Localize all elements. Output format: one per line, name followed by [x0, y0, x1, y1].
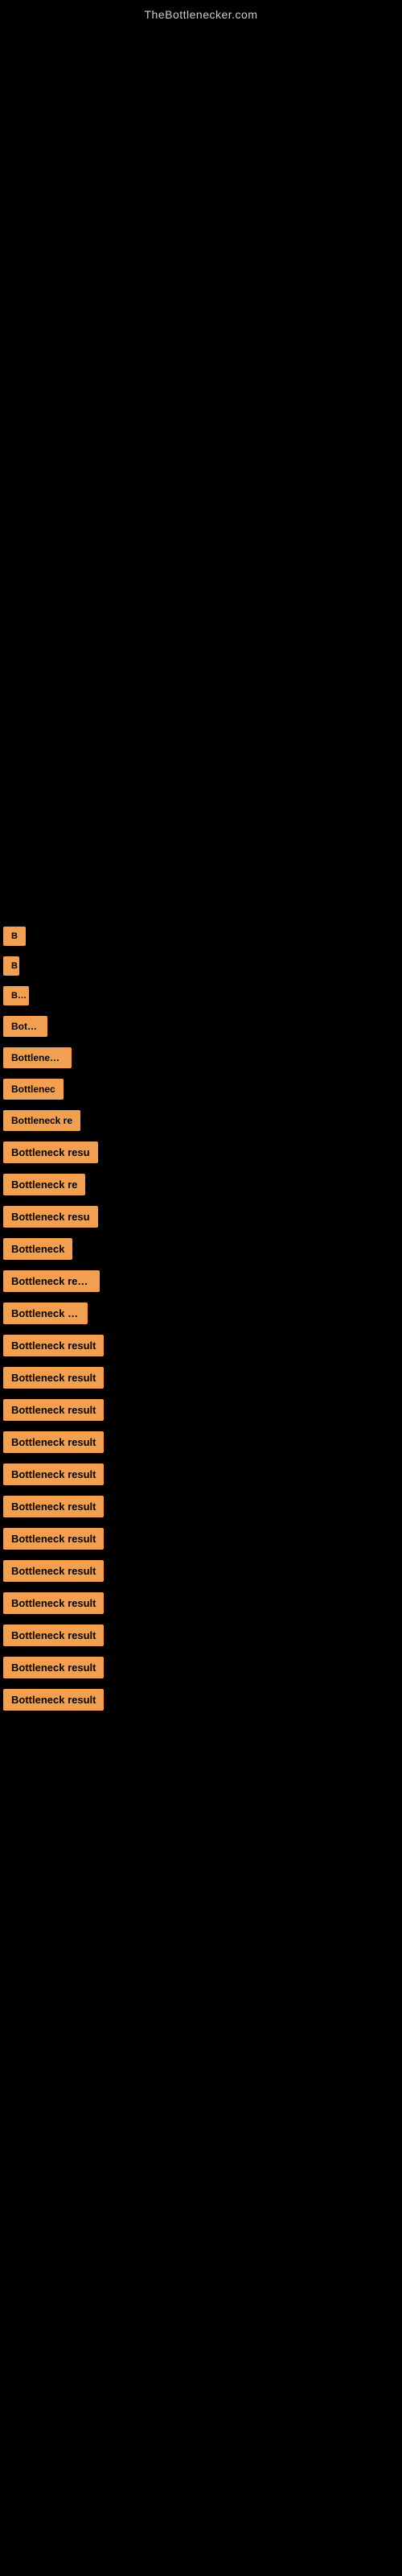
chart-area	[0, 25, 402, 476]
result-badge-15: Bottleneck result	[3, 1367, 104, 1389]
result-badge-24: Bottleneck result	[3, 1657, 104, 1678]
result-badge-7: Bottleneck re	[3, 1110, 80, 1131]
result-item-8[interactable]: Bottleneck resu	[0, 1141, 402, 1167]
result-item-14[interactable]: Bottleneck result	[0, 1335, 402, 1360]
result-item-10[interactable]: Bottleneck resu	[0, 1206, 402, 1232]
result-badge-2: B	[3, 956, 19, 976]
result-badge-12: Bottleneck result	[3, 1270, 100, 1292]
result-badge-10: Bottleneck resu	[3, 1206, 98, 1228]
result-badge-16: Bottleneck result	[3, 1399, 104, 1421]
result-item-17[interactable]: Bottleneck result	[0, 1431, 402, 1457]
site-title: TheBottlenecker.com	[0, 0, 402, 25]
result-badge-13: Bottleneck res	[3, 1302, 88, 1324]
result-item-23[interactable]: Bottleneck result	[0, 1624, 402, 1650]
result-badge-17: Bottleneck result	[3, 1431, 104, 1453]
result-item-11[interactable]: Bottleneck	[0, 1238, 402, 1264]
result-item-4[interactable]: Bottlen	[0, 1016, 402, 1041]
result-item-9[interactable]: Bottleneck re	[0, 1174, 402, 1199]
result-badge-22: Bottleneck result	[3, 1592, 104, 1614]
result-item-3[interactable]: Bo	[0, 986, 402, 1009]
result-item-15[interactable]: Bottleneck result	[0, 1367, 402, 1393]
result-badge-14: Bottleneck result	[3, 1335, 104, 1356]
site-title-bar: TheBottlenecker.com	[0, 0, 402, 25]
result-item-2[interactable]: B	[0, 956, 402, 980]
result-badge-5: Bottleneck r	[3, 1047, 72, 1068]
result-badge-25: Bottleneck result	[3, 1689, 104, 1711]
result-item-6[interactable]: Bottlenec	[0, 1079, 402, 1104]
result-item-18[interactable]: Bottleneck result	[0, 1463, 402, 1489]
result-badge-4: Bottlen	[3, 1016, 47, 1037]
result-badge-8: Bottleneck resu	[3, 1141, 98, 1163]
result-badge-6: Bottlenec	[3, 1079, 64, 1100]
result-item-22[interactable]: Bottleneck result	[0, 1592, 402, 1618]
result-item-12[interactable]: Bottleneck result	[0, 1270, 402, 1296]
result-badge-1: B	[3, 927, 26, 946]
result-item-16[interactable]: Bottleneck result	[0, 1399, 402, 1425]
result-badge-9: Bottleneck re	[3, 1174, 85, 1195]
result-badge-21: Bottleneck result	[3, 1560, 104, 1582]
result-item-13[interactable]: Bottleneck res	[0, 1302, 402, 1328]
result-badge-11: Bottleneck	[3, 1238, 72, 1260]
result-item-1[interactable]: B	[0, 927, 402, 950]
result-item-21[interactable]: Bottleneck result	[0, 1560, 402, 1586]
result-item-24[interactable]: Bottleneck result	[0, 1657, 402, 1682]
result-item-20[interactable]: Bottleneck result	[0, 1528, 402, 1554]
result-badge-18: Bottleneck result	[3, 1463, 104, 1485]
result-item-25[interactable]: Bottleneck result	[0, 1689, 402, 1715]
result-item-5[interactable]: Bottleneck r	[0, 1047, 402, 1072]
result-item-7[interactable]: Bottleneck re	[0, 1110, 402, 1135]
result-badge-19: Bottleneck result	[3, 1496, 104, 1517]
results-list: BB Bo Bottlen Bottleneck r Bottlenec Bottlene…	[0, 927, 402, 1715]
result-badge-3: Bo	[3, 986, 29, 1005]
result-badge-23: Bottleneck result	[3, 1624, 104, 1646]
result-item-19[interactable]: Bottleneck result	[0, 1496, 402, 1521]
result-badge-20: Bottleneck result	[3, 1528, 104, 1550]
